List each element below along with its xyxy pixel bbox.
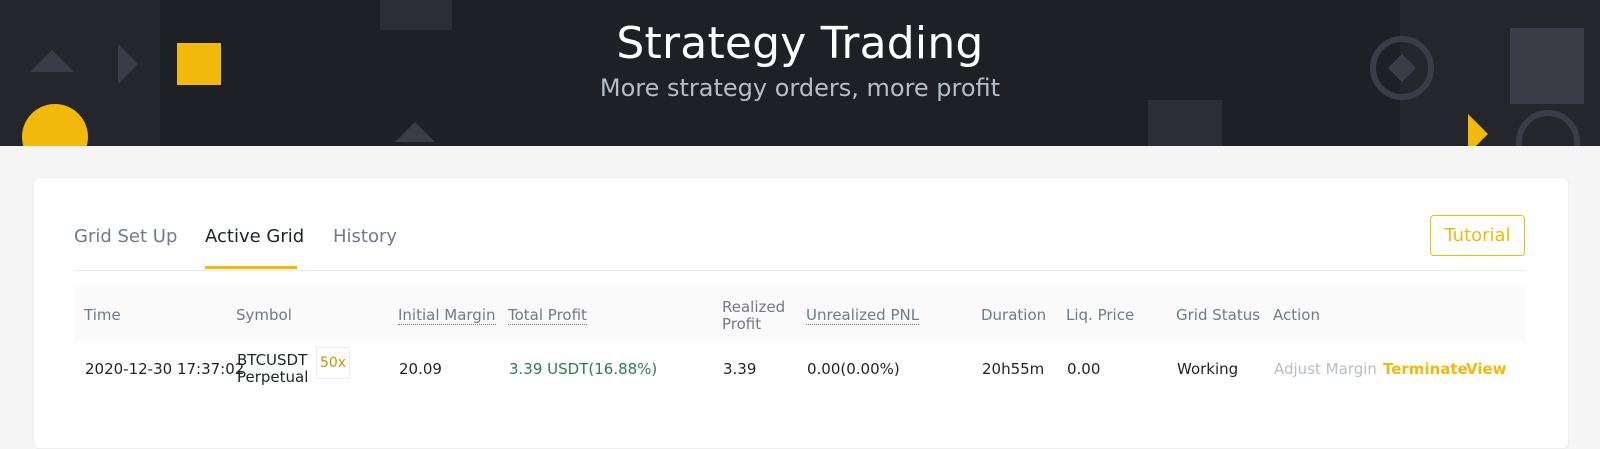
terminate-button[interactable]: Terminate [1383,360,1468,378]
hero-decoration-yellow-triangle-icon [1468,114,1488,146]
tab-divider [74,270,1526,271]
column-header-action: Action [1273,306,1320,324]
cell-unrealized-pnl: 0.00(0.00%) [807,360,900,378]
column-header-time: Time [84,306,121,324]
column-header-initial-margin[interactable]: Initial Margin [398,306,496,325]
cell-symbol-line1: BTCUSDT [237,351,308,369]
active-tab-indicator [205,266,297,269]
cell-liq-price: 0.00 [1067,360,1101,378]
page-subtitle: More strategy orders, more profit [599,74,1001,102]
adjust-margin-button[interactable]: Adjust Margin [1274,360,1377,378]
column-header-total-profit[interactable]: Total Profit [508,306,587,325]
tab-active-grid[interactable]: Active Grid [205,226,304,247]
hero-decoration-triangle-small-icon [395,122,435,142]
column-header-unrealized-pnl[interactable]: Unrealized PNL [806,306,920,325]
cell-total-profit: 3.39 USDT(16.88%) [509,360,658,378]
tab-history[interactable]: History [333,226,397,247]
tutorial-button[interactable]: Tutorial [1430,215,1525,256]
cell-realized-profit: 3.39 [723,360,757,378]
column-header-realized-profit-line2: Profit [722,315,762,333]
cell-grid-status: Working [1177,360,1239,378]
cell-duration: 20h55m [982,360,1045,378]
cell-time: 2020-12-30 17:37:02 [85,360,245,378]
view-button[interactable]: View [1466,360,1507,378]
column-header-grid-status: Grid Status [1176,306,1261,324]
column-header-duration: Duration [981,306,1047,324]
column-header-symbol: Symbol [236,306,292,324]
hero-decoration-square-right [1148,100,1222,146]
page-title: Strategy Trading [616,18,984,69]
column-header-realized-profit-line1: Realized [722,298,786,316]
tab-grid-set-up[interactable]: Grid Set Up [74,226,177,247]
column-header-liq-price: Liq. Price [1066,306,1135,324]
hero-banner: Strategy Trading More strategy orders, m… [0,0,1600,146]
cell-initial-margin: 20.09 [399,360,442,378]
leverage-badge: 50x [316,347,350,379]
cell-symbol-line2: Perpetual [237,368,309,386]
